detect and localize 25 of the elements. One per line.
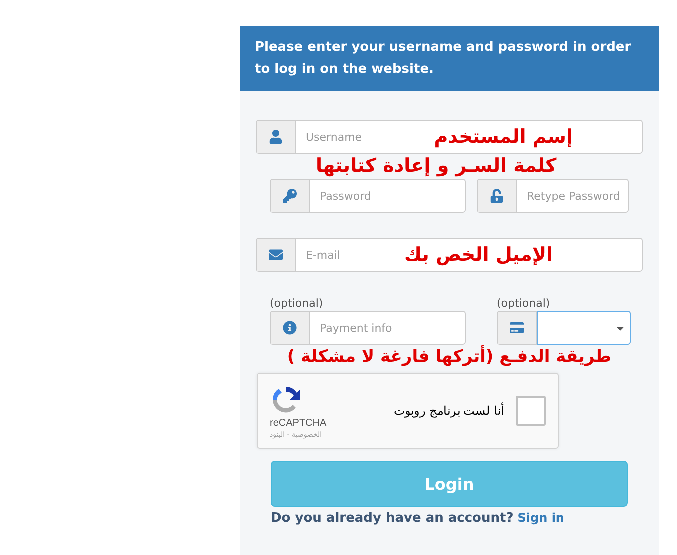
captcha-brand: reCAPTCHA (270, 418, 327, 428)
account-prompt: Do you already have an account? (271, 511, 514, 526)
key-icon (271, 180, 310, 212)
credit-card-icon (498, 312, 537, 344)
sign-in-link[interactable]: Sign in (518, 511, 564, 525)
annotation: طريقة الدفـع (أتركها فارغة لا مشكلة ) (286, 347, 613, 367)
text-input[interactable]: Retype Password (517, 180, 628, 212)
input-field[interactable]: Retype Password (477, 179, 629, 213)
optional-label: (optional) (497, 297, 552, 311)
captcha-checkbox[interactable] (516, 396, 546, 426)
annotation: الإميل الخص بك (404, 244, 553, 266)
input-field[interactable]: Payment info (270, 311, 466, 345)
payment-select[interactable] (497, 311, 631, 345)
captcha-label: أنا لست برنامج روبوت (392, 404, 505, 418)
envelope-icon (257, 239, 296, 271)
text-input[interactable]: Password (310, 180, 465, 212)
panel-header: Please enter your username and password in order to log in on the website. (240, 26, 659, 91)
input-field[interactable]: Password (270, 179, 466, 213)
annotation: إسم المستخدم (434, 126, 573, 148)
unlock-icon (478, 180, 517, 212)
info-icon (271, 312, 310, 344)
optional-label: (optional) (270, 297, 324, 311)
annotation: كلمة السـر و إعادة كتابتها (316, 155, 557, 177)
text-input[interactable]: Payment info (310, 312, 465, 344)
user-icon (257, 121, 296, 153)
